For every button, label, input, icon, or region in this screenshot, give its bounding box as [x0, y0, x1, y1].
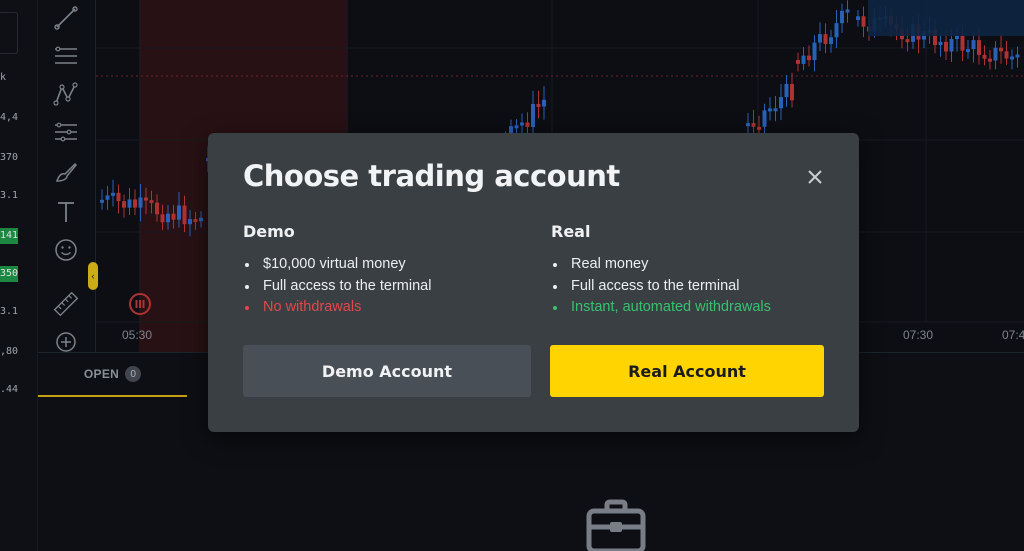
demo-heading: Demo [243, 222, 295, 241]
demo-feature-negative: No withdrawals [243, 297, 533, 319]
modal-title: Choose trading account [243, 159, 620, 193]
demo-account-button[interactable]: Demo Account [243, 345, 531, 397]
close-icon[interactable] [804, 166, 826, 188]
real-feature: Full access to the terminal [551, 276, 841, 298]
demo-feature: $10,000 virtual money [243, 254, 533, 276]
real-heading: Real [551, 222, 591, 241]
real-feature-positive: Instant, automated withdrawals [551, 297, 841, 319]
trading-terminal: k 4,4 370 3.1 141 350 3.1 ,80 .44 ‹ 05:3… [0, 0, 1024, 551]
demo-column: Demo $10,000 virtual money Full access t… [243, 222, 533, 319]
demo-feature-list: $10,000 virtual money Full access to the… [243, 254, 533, 319]
real-feature: Real money [551, 254, 841, 276]
demo-feature: Full access to the terminal [243, 276, 533, 298]
real-column: Real Real money Full access to the termi… [551, 222, 841, 319]
choose-account-modal: Choose trading account Demo $10,000 virt… [208, 133, 859, 432]
real-account-button[interactable]: Real Account [550, 345, 824, 397]
real-feature-list: Real money Full access to the terminal I… [551, 254, 841, 319]
